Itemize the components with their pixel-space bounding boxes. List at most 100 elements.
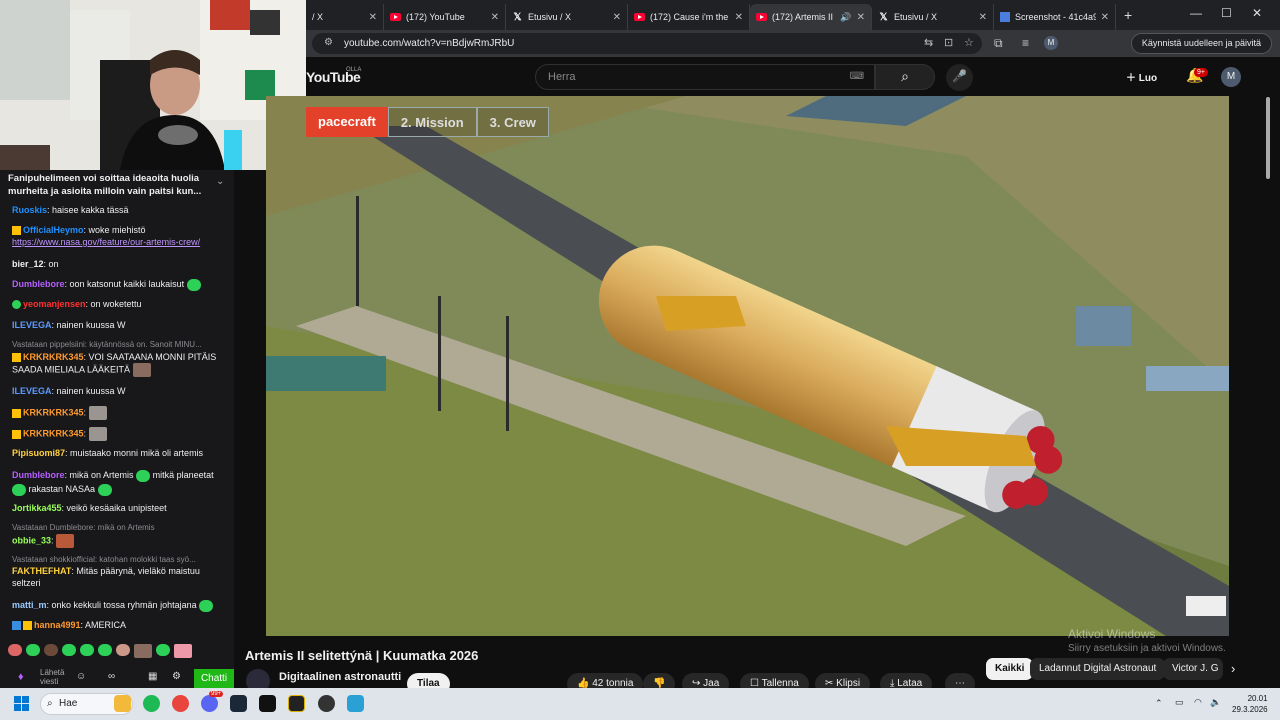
search-icon: ⌕ [47, 698, 53, 709]
windows-start-icon[interactable] [14, 696, 29, 711]
filter-pill-channel[interactable]: Ladannut Digital Astronaut [1030, 658, 1166, 680]
filter-pill-related[interactable]: Victor J. G [1163, 658, 1223, 680]
video-player[interactable] [266, 96, 1229, 636]
emote-icon[interactable] [8, 644, 22, 656]
app-icon[interactable] [288, 695, 305, 712]
chat-message: ILEVEGA: nainen kuussa W [12, 320, 126, 330]
network-icon[interactable]: ▭ [1175, 697, 1184, 708]
chat-message: obbie_33: [12, 534, 230, 548]
volume-icon[interactable]: 🔈 [1210, 697, 1221, 708]
close-tab-icon[interactable]: ✕ [735, 12, 743, 23]
chat-message: yeomanjensen: on woketettu [12, 298, 230, 310]
emote-row [8, 644, 208, 660]
emote-icon[interactable] [62, 644, 76, 656]
notepad-icon[interactable] [347, 695, 364, 712]
reply-context: Vastataan pippelsiini: käytännössä on. S… [12, 340, 202, 349]
filter-pill-all[interactable]: Kaikki [986, 658, 1034, 680]
install-icon[interactable]: ⊡ [944, 36, 953, 49]
store-icon[interactable]: ▦ [148, 671, 157, 682]
close-tab-icon[interactable]: ✕ [491, 12, 499, 23]
voice-search-button[interactable]: 🎤 [946, 64, 973, 91]
restart-update-button[interactable]: Käynnistä uudelleen ja päivitä [1130, 33, 1272, 54]
x-icon: 𝕏 [513, 11, 522, 23]
browser-tab[interactable]: / X ✕ [306, 4, 384, 30]
emote-icon[interactable] [44, 644, 58, 656]
chat-message: OfficialHeymo: woke miehistö https://www.… [12, 225, 201, 247]
emote-icon[interactable] [98, 644, 112, 656]
search-input[interactable]: Herra ⌨ [535, 64, 875, 90]
profile-avatar[interactable]: M [1044, 36, 1058, 50]
bookmark-star-icon[interactable]: ☆ [964, 36, 974, 49]
browser-tab[interactable]: Screenshot - 41c4a9 ✕ [994, 4, 1116, 30]
new-tab-icon[interactable]: + [1124, 7, 1132, 23]
bits-icon[interactable]: ♦ [18, 671, 24, 683]
chat-message: KRKRKRK345: VOI SAATAANA MONNI PITÄIS SA… [12, 351, 230, 377]
translate-icon[interactable]: ⇆ [924, 36, 933, 49]
minimize-icon[interactable]: — [1190, 6, 1202, 20]
account-avatar[interactable]: M [1221, 67, 1241, 87]
site-info-icon[interactable]: ⚙ [324, 37, 333, 48]
youtube-icon [634, 13, 645, 21]
close-tab-icon[interactable]: ✕ [857, 12, 865, 23]
taskbar-clock[interactable]: 20.01 29.3.2026 [1232, 693, 1268, 715]
emote-icon[interactable] [80, 644, 94, 656]
chat-link[interactable]: https://www.nasa.gov/feature/our-artemis… [12, 237, 200, 247]
search-button[interactable]: ⌕ [875, 64, 935, 90]
chat-input[interactable]: Lähetä viesti [40, 668, 76, 686]
browser-tab-strip: / X ✕ (172) YouTube ✕ 𝕏 Etusivu / X ✕ (172) … [306, 0, 1280, 30]
channel-points-icon[interactable]: ∞ [108, 671, 115, 682]
emote-icon[interactable] [156, 644, 170, 656]
media-control-icon[interactable]: ≡ [1022, 36, 1029, 50]
url-field[interactable]: ⚙ youtube.com/watch?v=nBdjwRmJRbU ⇆ ⊡ ☆ [312, 33, 982, 54]
plus-icon: ＋ [1126, 73, 1139, 84]
create-button[interactable]: ＋ Luo [1126, 69, 1157, 84]
channel-name[interactable]: Digitaalinen astronautti [279, 671, 401, 683]
country-code: OLLA [346, 67, 362, 73]
chevron-down-icon[interactable]: ⌄ [216, 176, 224, 187]
keyboard-icon[interactable]: ⌨ [850, 71, 864, 82]
emote-icon[interactable] [134, 644, 152, 658]
file-explorer-icon[interactable] [114, 695, 131, 712]
emote-icon[interactable] [174, 644, 192, 658]
wifi-icon[interactable]: ◠ [1194, 697, 1202, 708]
close-window-icon[interactable]: ✕ [1252, 6, 1262, 20]
page-scrollbar[interactable] [1266, 97, 1270, 179]
emote-icon[interactable] [116, 644, 130, 656]
chapter-2: 2. Mission [387, 107, 477, 137]
close-tab-icon[interactable]: ✕ [369, 12, 377, 23]
emote-icon [132, 363, 151, 377]
discord-badge: 99+ [209, 691, 224, 697]
x-icon: 𝕏 [879, 11, 888, 23]
chevron-right-icon[interactable]: › [1231, 661, 1235, 676]
windows-activation-subtitle: Siirry asetuksiin ja aktivoi Windows. [1068, 643, 1226, 654]
chapter-overlay: pacecraft 2. Mission 3. Crew [306, 107, 549, 137]
close-tab-icon[interactable]: ✕ [979, 12, 987, 23]
spotify-icon[interactable] [143, 695, 160, 712]
pinned-message: Fanipuhelimeen voi soittaa ideaoita huol… [8, 173, 202, 197]
emote-icon[interactable] [26, 644, 40, 656]
browser-tab[interactable]: 𝕏 Etusivu / X ✕ [872, 4, 994, 30]
extensions-icon[interactable]: ⧉ [994, 36, 1003, 51]
close-tab-icon[interactable]: ✕ [1101, 12, 1109, 23]
speaker-icon[interactable]: 🔊 [840, 12, 851, 23]
close-tab-icon[interactable]: ✕ [613, 12, 621, 23]
x-app-icon[interactable] [259, 695, 276, 712]
browser-tab[interactable]: (172) Cause i'm the E ✕ [628, 4, 750, 30]
chat-send-button[interactable]: Chatti [194, 669, 234, 689]
badge-icon [12, 621, 21, 631]
cat-emote-icon [88, 406, 107, 420]
sub-badge-icon [12, 300, 21, 310]
chrome-icon[interactable] [172, 695, 189, 712]
obs-icon[interactable] [318, 695, 335, 712]
chat-message: Dumblebore: mikä on Artemis mitkä planee… [12, 469, 214, 496]
browser-tab[interactable]: 𝕏 Etusivu / X ✕ [506, 4, 628, 30]
browser-tab-active[interactable]: (172) Artemis II se🔊✕ [750, 4, 872, 30]
emote-picker-icon[interactable]: ☺ [76, 671, 86, 682]
youtube-icon [390, 13, 401, 21]
browser-tab[interactable]: (172) YouTube ✕ [384, 4, 506, 30]
maximize-icon[interactable]: ☐ [1221, 6, 1232, 20]
steam-icon[interactable] [230, 695, 247, 712]
discord-icon[interactable] [201, 695, 218, 712]
settings-gear-icon[interactable]: ⚙ [172, 671, 181, 682]
tray-chevron-icon[interactable]: ⌃ [1155, 698, 1163, 709]
